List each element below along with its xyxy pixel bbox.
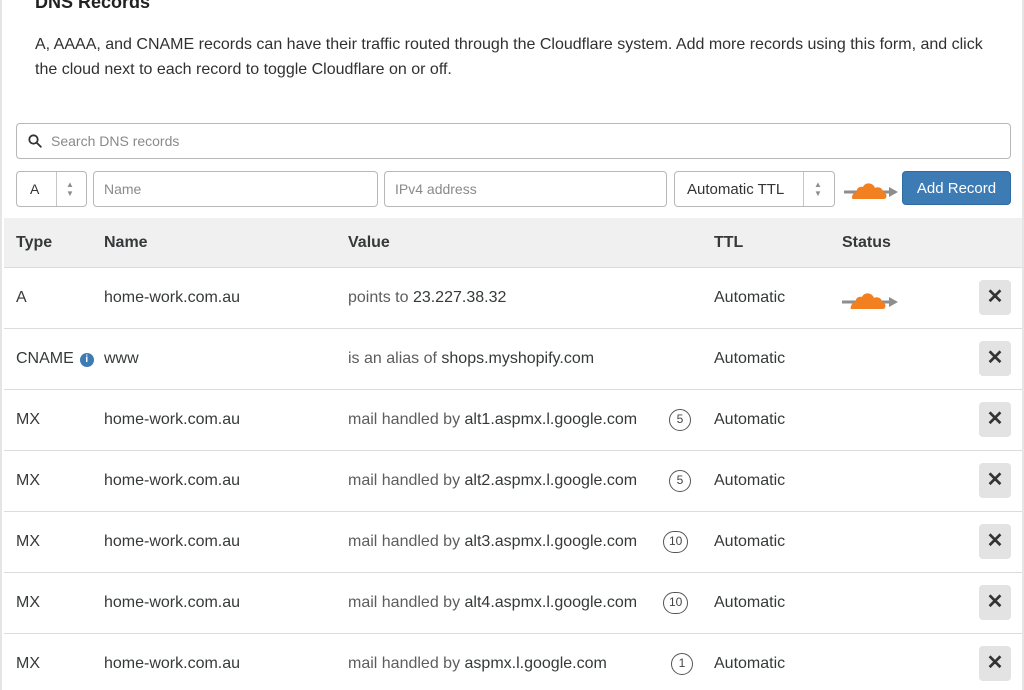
record-name[interactable]: www <box>104 350 139 368</box>
record-type: CNAME i <box>16 350 94 368</box>
record-type: A <box>16 289 27 306</box>
column-header-ttl: TTL <box>714 234 744 251</box>
column-header-type: Type <box>16 234 53 251</box>
priority-badge: 10 <box>663 531 689 553</box>
record-type: MX <box>16 594 40 611</box>
column-header-status: Status <box>842 234 891 251</box>
value-target: 23.227.38.32 <box>412 289 507 306</box>
record-value[interactable]: is an alias of shops.myshopify.com <box>348 350 594 368</box>
table-row: MX home-work.com.au mail handled by alt3… <box>4 512 1022 573</box>
value-prefix: points to <box>348 289 409 306</box>
record-value[interactable]: mail handled by alt1.aspmx.l.google.com <box>348 411 637 429</box>
up-down-chevron-icon: ▲ ▼ <box>814 180 822 198</box>
table-header: Type Name Value TTL Status <box>4 218 1022 268</box>
select-divider <box>803 172 804 206</box>
ipv4-address-input[interactable] <box>384 171 667 207</box>
info-icon[interactable]: i <box>79 353 94 367</box>
section-title: DNS Records <box>35 0 151 12</box>
delete-record-button[interactable]: ✕ <box>979 463 1011 498</box>
delete-record-button[interactable]: ✕ <box>979 341 1011 376</box>
table-row: MX home-work.com.au mail handled by alt1… <box>4 390 1022 451</box>
up-down-chevron-icon: ▲ ▼ <box>66 180 74 198</box>
search-input[interactable] <box>51 124 991 158</box>
record-ttl[interactable]: Automatic <box>714 655 785 673</box>
delete-record-button[interactable]: ✕ <box>979 524 1011 559</box>
record-type-select[interactable]: A ▲ ▼ <box>16 171 87 207</box>
record-name[interactable]: home-work.com.au <box>104 472 240 490</box>
name-input[interactable] <box>93 171 378 207</box>
delete-record-button[interactable]: ✕ <box>979 402 1011 437</box>
table-row: A home-work.com.au points to 23.227.38.3… <box>4 268 1022 329</box>
record-ttl[interactable]: Automatic <box>714 472 785 490</box>
record-type: MX <box>16 655 40 672</box>
select-divider <box>56 172 57 206</box>
record-value[interactable]: mail handled by aspmx.l.google.com <box>348 655 607 673</box>
record-ttl[interactable]: Automatic <box>714 289 785 307</box>
value-target: aspmx.l.google.com <box>464 655 607 672</box>
record-name[interactable]: home-work.com.au <box>104 533 240 551</box>
record-type-value: A <box>30 181 40 197</box>
table-row: MX home-work.com.au mail handled by alt4… <box>4 573 1022 634</box>
record-value[interactable]: points to 23.227.38.32 <box>348 289 506 307</box>
record-name[interactable]: home-work.com.au <box>104 594 240 612</box>
record-type: MX <box>16 472 40 489</box>
table-row: CNAME i www is an alias of shops.myshopif… <box>4 329 1022 390</box>
priority-badge: 10 <box>663 592 689 614</box>
delete-record-button[interactable]: ✕ <box>979 280 1011 315</box>
record-ttl[interactable]: Automatic <box>714 411 785 429</box>
value-target: alt3.aspmx.l.google.com <box>464 533 638 550</box>
cloud-proxy-icon[interactable] <box>844 177 898 203</box>
section-description: A, AAAA, and CNAME records can have thei… <box>35 36 983 78</box>
dns-records-panel: DNS Records A, AAAA, and CNAME records c… <box>0 0 1024 690</box>
search-box[interactable] <box>16 123 1011 159</box>
delete-record-button[interactable]: ✕ <box>979 646 1011 681</box>
record-value[interactable]: mail handled by alt4.aspmx.l.google.com <box>348 594 637 612</box>
value-prefix: mail handled by <box>348 655 461 672</box>
priority-badge: 5 <box>669 409 691 431</box>
value-prefix: mail handled by <box>348 411 461 428</box>
value-prefix: mail handled by <box>348 472 461 489</box>
delete-record-button[interactable]: ✕ <box>979 585 1011 620</box>
column-header-value: Value <box>348 234 390 251</box>
column-header-name: Name <box>104 234 148 251</box>
record-value[interactable]: mail handled by alt3.aspmx.l.google.com <box>348 533 637 551</box>
value-target: alt4.aspmx.l.google.com <box>464 594 638 611</box>
cloud-proxy-icon[interactable] <box>842 288 898 314</box>
table-row: MX home-work.com.au mail handled by alt2… <box>4 451 1022 512</box>
record-name[interactable]: home-work.com.au <box>104 289 240 307</box>
value-target: alt1.aspmx.l.google.com <box>464 411 638 428</box>
record-type: MX <box>16 533 40 550</box>
priority-badge: 1 <box>671 653 693 675</box>
record-type-label: CNAME <box>16 350 74 367</box>
value-prefix: mail handled by <box>348 533 461 550</box>
add-record-button[interactable]: Add Record <box>902 171 1011 205</box>
record-type: MX <box>16 411 40 428</box>
value-prefix: mail handled by <box>348 594 461 611</box>
value-target: shops.myshopify.com <box>441 350 595 367</box>
value-prefix: is an alias of <box>348 350 437 367</box>
record-name[interactable]: home-work.com.au <box>104 411 240 429</box>
ttl-value: Automatic TTL <box>687 181 785 198</box>
priority-badge: 5 <box>669 470 691 492</box>
record-value[interactable]: mail handled by alt2.aspmx.l.google.com <box>348 472 637 490</box>
value-target: alt2.aspmx.l.google.com <box>464 472 638 489</box>
table-row: MX home-work.com.au mail handled by aspm… <box>4 634 1022 690</box>
record-ttl[interactable]: Automatic <box>714 533 785 551</box>
ttl-select[interactable]: Automatic TTL ▲ ▼ <box>674 171 835 207</box>
record-name[interactable]: home-work.com.au <box>104 655 240 673</box>
record-ttl[interactable]: Automatic <box>714 350 785 368</box>
search-icon <box>28 134 42 148</box>
record-ttl[interactable]: Automatic <box>714 594 785 612</box>
